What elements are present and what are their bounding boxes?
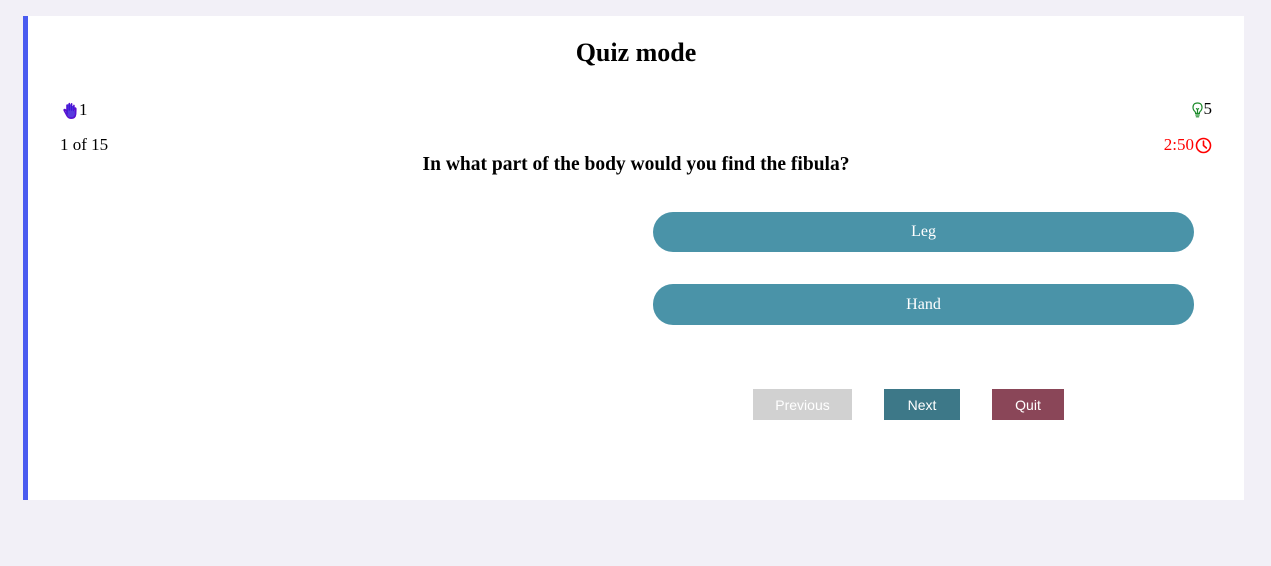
hint-count: 5 — [1203, 99, 1213, 118]
countdown-timer: 2:50 — [1164, 135, 1212, 155]
lifeline-count: 1 — [79, 100, 88, 119]
answer-option-hand[interactable]: Hand — [653, 284, 1194, 325]
page-title: Quiz mode — [575, 38, 697, 67]
question-progress: 1 of 15 — [60, 135, 109, 154]
timer-value: 2:50 — [1163, 135, 1194, 154]
clock-icon — [1194, 137, 1212, 154]
quiz-card: Quiz mode 1 5 1 of 15 2:50 In what part … — [23, 16, 1244, 500]
hint-counter[interactable]: 5 — [1191, 99, 1213, 119]
quit-button[interactable]: Quit — [992, 389, 1064, 420]
lightbulb-icon — [1191, 102, 1204, 119]
answer-option-leg[interactable]: Leg — [653, 212, 1194, 252]
previous-button[interactable]: Previous — [753, 389, 852, 420]
lifeline-counter[interactable]: 1 — [63, 100, 88, 120]
next-button[interactable]: Next — [884, 389, 960, 420]
raised-hand-icon — [63, 102, 79, 120]
question-text: In what part of the body would you find … — [422, 154, 850, 175]
